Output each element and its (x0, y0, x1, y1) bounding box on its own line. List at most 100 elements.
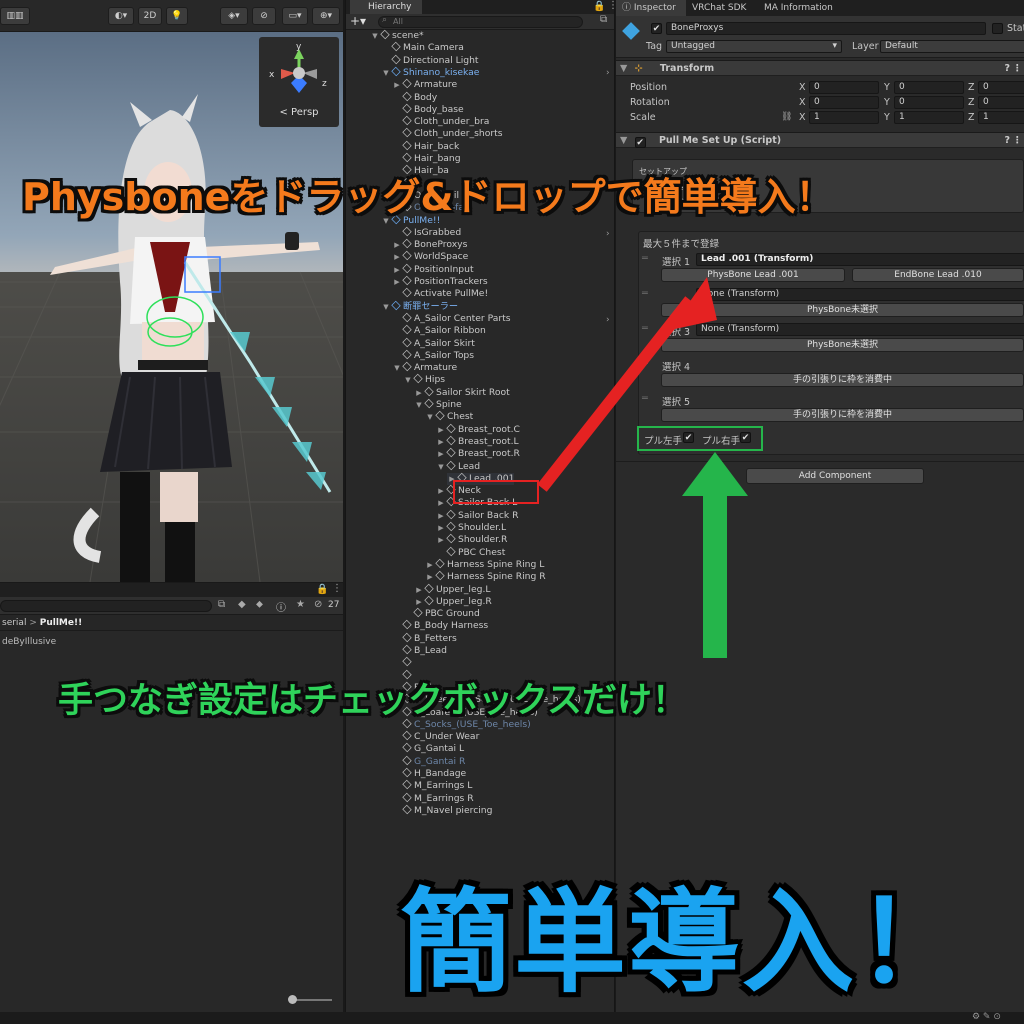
scene-visibility-icon[interactable]: ⊘ (252, 7, 276, 25)
hierarchy-item[interactable]: B_Fetters (392, 632, 457, 645)
scale-x-field[interactable]: 1 (809, 111, 879, 124)
tab-vrchat-sdk[interactable]: VRChat SDK (692, 0, 746, 16)
endbone-button[interactable]: EndBone Lead .010 (852, 268, 1024, 282)
hierarchy-item[interactable]: H_Bandage (392, 767, 466, 780)
hierarchy-item[interactable]: Cloth_under_shorts (392, 128, 503, 140)
hierarchy-item[interactable]: Main Camera (381, 42, 464, 54)
hierarchy-item[interactable]: ▶ Shoulder.L (436, 521, 506, 534)
hierarchy-item[interactable]: Activate PullMe! (392, 288, 488, 300)
lock-icon[interactable]: 🔒 (593, 1, 605, 12)
hierarchy-item[interactable]: A_Sailor Center Parts (392, 312, 511, 325)
scene-search-icon[interactable]: ⧉ (600, 14, 607, 25)
hierarchy-item[interactable]: PBC Chest (436, 546, 505, 559)
scale-z-field[interactable]: 1 (978, 111, 1024, 124)
hierarchy-item[interactable]: PBC Ground (403, 607, 480, 620)
scene-view[interactable]: ▥▥ ◐▾ 2D 💡 ◈▾ ⊘ ▭▾ ⊕▾ y x z < Persp (0, 0, 343, 582)
shading-mode-button[interactable]: ▥▥ (0, 7, 30, 25)
hierarchy-item[interactable]: ▶ Shoulder.R (436, 534, 507, 546)
chevron-down-icon[interactable]: ▼ (403, 374, 413, 386)
draw-mode-button[interactable]: ◐▾ (108, 7, 134, 25)
tab-inspector[interactable]: ⓘ Inspector (616, 0, 686, 16)
layer-dropdown[interactable]: Default (880, 40, 1024, 53)
project-search-input[interactable] (0, 600, 212, 612)
hierarchy-item[interactable]: ▶ Armature (392, 78, 457, 91)
rotation-y-field[interactable]: 0 (894, 96, 964, 109)
hierarchy-item[interactable]: IsGrabbed (392, 226, 461, 239)
drag-handle-icon[interactable]: ═ (642, 288, 648, 299)
hierarchy-item[interactable]: ▼ Hips (403, 374, 445, 386)
hierarchy-item[interactable]: G_Gantai R (392, 755, 465, 768)
create-plus-icon[interactable]: +▾ (350, 14, 366, 28)
chevron-right-icon[interactable]: ▶ (414, 584, 424, 596)
chevron-right-icon[interactable]: ▶ (392, 251, 402, 263)
hierarchy-item[interactable]: ▼ Spine (414, 398, 462, 411)
tab-hierarchy[interactable]: Hierarchy (350, 0, 422, 14)
hierarchy-item[interactable]: Body_base (392, 103, 464, 116)
hierarchy-item[interactable] (392, 657, 414, 669)
component-menu-icon[interactable]: ⋮ (1013, 133, 1023, 148)
static-checkbox[interactable] (992, 23, 1003, 34)
drag-handle-icon[interactable]: ═ (642, 323, 648, 334)
hierarchy-item[interactable]: ▼ 断罪セーラー (381, 300, 458, 313)
chevron-down-icon[interactable]: ▼ (436, 461, 446, 473)
chevron-right-icon[interactable]: ▶ (436, 534, 446, 546)
chevron-right-icon[interactable]: ▶ (414, 387, 424, 399)
hierarchy-item[interactable]: ▶ Breast_root.R (436, 447, 520, 460)
chevron-down-icon[interactable]: ▼ (381, 67, 391, 79)
chevron-right-icon[interactable]: ▶ (425, 559, 435, 571)
pull-right-checkbox[interactable]: ✔ (740, 432, 751, 443)
hierarchy-search-input[interactable]: All (378, 16, 583, 28)
hierarchy-item[interactable]: C_Under Wear (392, 730, 479, 743)
hierarchy-item[interactable]: ▼ Shinano_kisekae (381, 66, 479, 79)
gizmos-toggle-icon[interactable]: ⊕▾ (312, 7, 340, 25)
hierarchy-item[interactable]: ▶ BoneProxys (392, 238, 467, 251)
panel-menu-icon[interactable]: ⋮ (608, 0, 614, 11)
chevron-right-icon[interactable]: ▶ (392, 264, 402, 276)
breadcrumb-current[interactable]: PullMe!! (40, 618, 82, 628)
position-y-field[interactable]: 0 (894, 81, 964, 94)
chevron-right-icon[interactable]: ▶ (392, 239, 402, 251)
info-icon[interactable]: ⓘ (276, 599, 286, 614)
tag-dropdown[interactable]: Untagged ▾ (666, 40, 842, 53)
hierarchy-item[interactable]: A_Sailor Tops (392, 349, 474, 362)
chevron-right-icon[interactable]: ▶ (436, 448, 446, 460)
hierarchy-item[interactable]: Directional Light (381, 54, 479, 67)
rotation-z-field[interactable]: 0 (978, 96, 1024, 109)
add-component-button[interactable]: Add Component (746, 468, 924, 484)
effects-toggle-icon[interactable]: ◈▾ (220, 7, 248, 25)
tag-icon[interactable]: ⬥ (256, 599, 263, 610)
status-icons[interactable]: ⚙ ✎ ⊙ (972, 1012, 1001, 1022)
favorite-star-icon[interactable]: ★ (296, 599, 305, 610)
pullme-script-header[interactable]: ▼ ✔ Pull Me Set Up (Script) ? ⋮ (616, 132, 1024, 148)
chevron-down-icon[interactable]: ▼ (370, 30, 380, 42)
filter-type-icon[interactable]: ⧉ (218, 599, 225, 610)
hierarchy-item[interactable]: A_Sailor Ribbon (392, 324, 486, 337)
chevron-right-icon[interactable]: ▶ (425, 571, 435, 583)
hierarchy-item[interactable]: ▶ Sailor Back R (436, 509, 519, 522)
slot-status-button[interactable]: PhysBone未選択 (661, 338, 1024, 352)
hierarchy-item[interactable]: ▼ Lead (436, 460, 480, 473)
chevron-right-icon[interactable]: ▶ (436, 522, 446, 534)
slot-status-button[interactable]: 手の引張りに枠を消費中 (661, 408, 1024, 422)
hidden-count-icon[interactable]: ⊘ (314, 599, 322, 610)
active-checkbox[interactable]: ✔ (651, 23, 662, 34)
chevron-right-icon[interactable]: ▶ (392, 79, 402, 91)
chevron-down-icon[interactable]: ▼ (381, 301, 391, 313)
hierarchy-item[interactable]: ▶ Upper_leg.L (414, 583, 491, 596)
expand-right-icon[interactable]: › (606, 68, 610, 78)
chevron-down-icon[interactable]: ▼ (414, 399, 424, 411)
hierarchy-item[interactable]: ▶ PositionInput (392, 263, 474, 276)
hierarchy-item[interactable]: ▶ Sailor Skirt Root (414, 386, 510, 399)
hierarchy-item[interactable]: M_Earrings R (392, 792, 474, 805)
slot-status-button[interactable]: 手の引張りに枠を消費中 (661, 373, 1024, 387)
chevron-down-icon[interactable]: ▼ (392, 362, 402, 374)
chevron-right-icon[interactable]: ▶ (414, 596, 424, 608)
hierarchy-item[interactable]: Hair_bang (392, 152, 461, 165)
chevron-down-icon[interactable]: ▼ (425, 411, 435, 423)
camera-settings-icon[interactable]: ▭▾ (282, 7, 308, 25)
hierarchy-item[interactable]: ▶ Harness Spine Ring R (425, 570, 546, 583)
hierarchy-item[interactable]: Body (392, 91, 437, 104)
help-icon[interactable]: ? (1004, 61, 1010, 76)
orientation-gizmo[interactable]: y x z < Persp (259, 37, 339, 127)
breadcrumb-parent[interactable]: serial (2, 618, 26, 628)
